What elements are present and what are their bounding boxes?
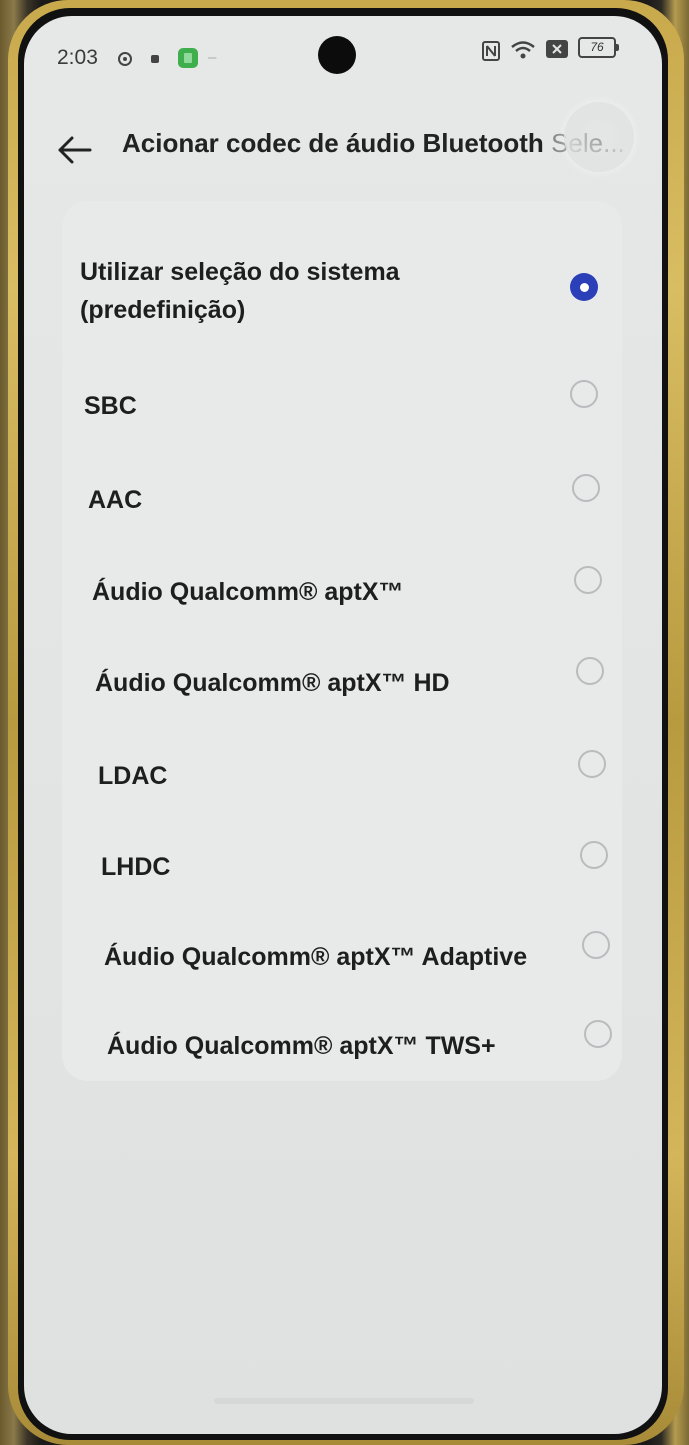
- option-aac[interactable]: AAC: [62, 474, 622, 531]
- option-aptx-hd[interactable]: Áudio Qualcomm® aptX™ HD: [62, 657, 622, 714]
- radio-icon[interactable]: [570, 380, 598, 408]
- radio-icon[interactable]: [580, 841, 608, 869]
- back-arrow-icon[interactable]: [56, 132, 96, 168]
- radio-icon[interactable]: [578, 750, 606, 778]
- status-bar: 2:03 – 76: [24, 16, 662, 102]
- option-label: Áudio Qualcomm® aptX™ Adaptive: [104, 943, 528, 971]
- radio-selected-icon[interactable]: [570, 273, 598, 301]
- notification-icon: [150, 52, 160, 68]
- radio-icon[interactable]: [584, 1020, 612, 1048]
- option-label: SBC: [84, 392, 137, 420]
- option-label: Áudio Qualcomm® aptX™ HD: [95, 669, 450, 697]
- nfc-icon: [482, 41, 500, 65]
- radio-icon[interactable]: [572, 474, 600, 502]
- battery-icon: 76: [578, 37, 619, 58]
- option-label: Utilizar seleção do sistema (predefiniçã…: [80, 258, 400, 324]
- option-label: Áudio Qualcomm® aptX™: [92, 578, 404, 606]
- app-icon: [178, 48, 198, 72]
- option-system-default[interactable]: Utilizar seleção do sistema (predefiniçã…: [62, 253, 622, 343]
- option-sbc[interactable]: SBC: [62, 380, 622, 437]
- radio-icon[interactable]: [574, 566, 602, 594]
- radio-icon[interactable]: [576, 657, 604, 685]
- option-aptx-tws[interactable]: Áudio Qualcomm® aptX™ TWS+: [62, 1020, 622, 1077]
- page-title-text: Acionar codec de áudio Bluetooth: [122, 128, 544, 158]
- touch-ripple: [564, 102, 634, 172]
- option-lhdc[interactable]: LHDC: [62, 841, 622, 898]
- screen: 2:03 – 76 Acionar codec de áudio Bluetoo…: [24, 16, 662, 1434]
- settings-icon: [116, 50, 134, 72]
- front-camera: [318, 36, 356, 74]
- wifi-icon: [510, 40, 536, 64]
- option-label: AAC: [88, 486, 143, 514]
- radio-icon[interactable]: [582, 931, 610, 959]
- option-aptx[interactable]: Áudio Qualcomm® aptX™: [62, 566, 622, 623]
- option-aptx-adaptive[interactable]: Áudio Qualcomm® aptX™ Adaptive: [62, 931, 622, 988]
- option-label: LDAC: [98, 762, 168, 790]
- codec-options-card: Utilizar seleção do sistema (predefiniçã…: [62, 201, 622, 1081]
- option-label: Áudio Qualcomm® aptX™ TWS+: [107, 1032, 496, 1060]
- status-time: 2:03: [57, 46, 98, 69]
- option-label: LHDC: [101, 853, 171, 881]
- dash-icon: –: [208, 49, 217, 66]
- option-ldac[interactable]: LDAC: [62, 750, 622, 807]
- gesture-bar: [214, 1398, 474, 1404]
- sim-icon: [546, 40, 568, 62]
